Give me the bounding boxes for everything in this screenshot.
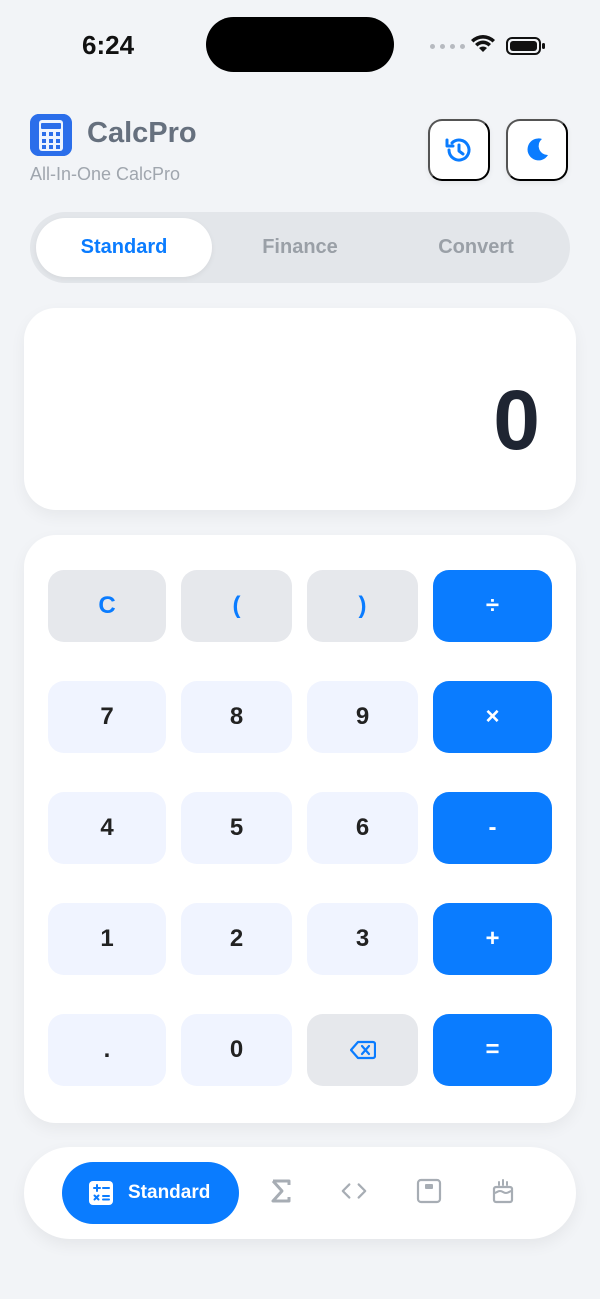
clear-button[interactable]: C	[48, 570, 166, 642]
app-subtitle: All-In-One CalcPro	[30, 164, 181, 184]
add-button[interactable]: +	[433, 903, 552, 975]
cellular-signal-icon	[430, 44, 465, 49]
equals-button[interactable]: =	[433, 1014, 552, 1086]
cake-icon	[492, 1179, 514, 1204]
status-time: 6:24	[82, 30, 135, 60]
mode-segmented-control: Standard Finance Convert	[30, 212, 570, 283]
nav-birthday[interactable]	[489, 1177, 517, 1205]
open-paren-button[interactable]: (	[181, 570, 292, 642]
dynamic-island	[206, 17, 394, 72]
nav-code[interactable]	[340, 1177, 368, 1205]
nav-standard[interactable]: Standard	[62, 1162, 239, 1224]
digit-6-button[interactable]: 6	[307, 792, 418, 864]
calculator-icon	[89, 1181, 113, 1205]
keypad: C ( ) ÷ 7 8 9 × 4 5 6 - 1 2 3 + . 0 =	[24, 535, 576, 1123]
digit-2-button[interactable]: 2	[181, 903, 292, 975]
digit-3-button[interactable]: 3	[307, 903, 418, 975]
calendar-icon	[416, 1178, 442, 1204]
code-icon	[341, 1183, 367, 1199]
divide-button[interactable]: ÷	[433, 570, 552, 642]
digit-8-button[interactable]: 8	[181, 681, 292, 753]
app-logo-calculator-icon	[30, 114, 72, 156]
close-paren-button[interactable]: )	[307, 570, 418, 642]
decimal-button[interactable]: .	[48, 1014, 166, 1086]
app-header: CalcPro All-In-One CalcPro	[30, 114, 570, 194]
digit-9-button[interactable]: 9	[307, 681, 418, 753]
tab-finance[interactable]: Finance	[212, 218, 388, 277]
multiply-button[interactable]: ×	[433, 681, 552, 753]
nav-standard-label: Standard	[128, 1182, 211, 1203]
tab-standard[interactable]: Standard	[36, 218, 212, 277]
nav-sigma[interactable]	[267, 1177, 295, 1205]
nav-calendar[interactable]	[415, 1177, 443, 1205]
history-icon	[445, 138, 471, 162]
backspace-icon	[349, 1040, 376, 1060]
moon-icon	[527, 138, 548, 161]
battery-icon	[506, 37, 545, 55]
sigma-icon	[271, 1179, 291, 1203]
subtract-button[interactable]: -	[433, 792, 552, 864]
calculator-display: 0	[24, 308, 576, 510]
display-value: 0	[493, 373, 540, 467]
digit-5-button[interactable]: 5	[181, 792, 292, 864]
backspace-button[interactable]	[307, 1014, 418, 1086]
wifi-icon	[471, 35, 495, 52]
tab-convert[interactable]: Convert	[388, 218, 564, 277]
digit-7-button[interactable]: 7	[48, 681, 166, 753]
digit-4-button[interactable]: 4	[48, 792, 166, 864]
bottom-navigation: Standard	[24, 1147, 576, 1239]
history-button[interactable]	[428, 119, 490, 181]
app-title: CalcPro	[87, 117, 197, 149]
status-bar: 6:24	[0, 0, 600, 90]
digit-1-button[interactable]: 1	[48, 903, 166, 975]
digit-0-button[interactable]: 0	[181, 1014, 292, 1086]
dark-mode-button[interactable]	[506, 119, 568, 181]
